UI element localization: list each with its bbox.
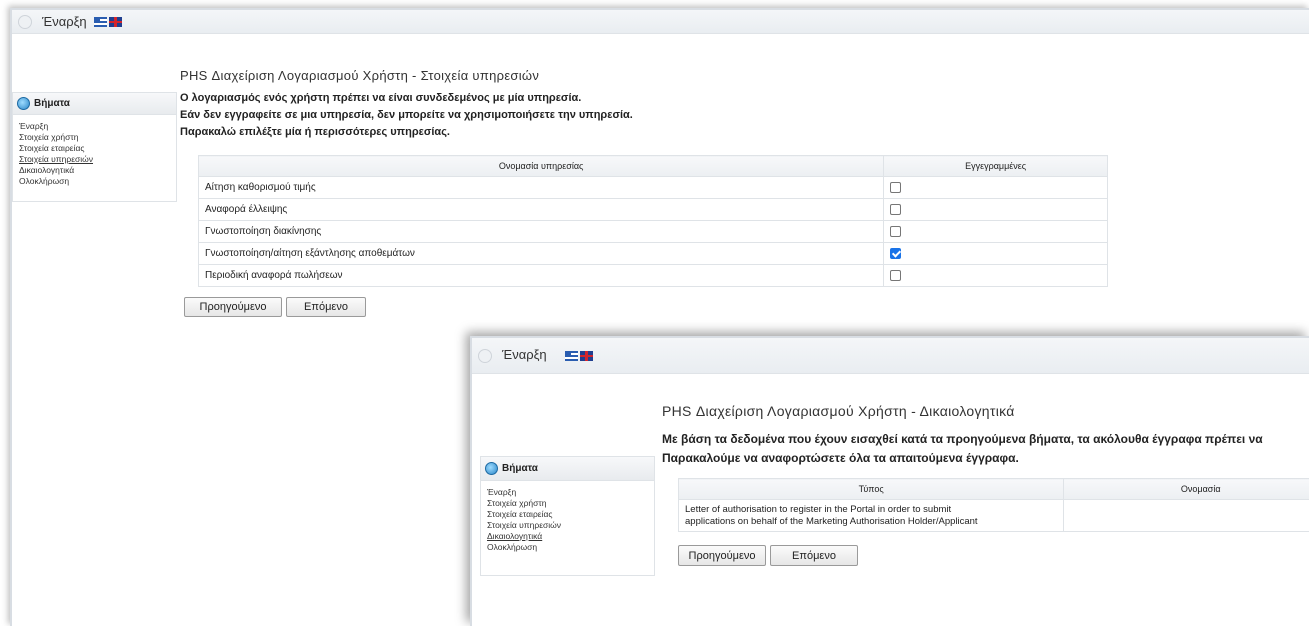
intro-text: Με βάση τα δεδομένα που έχουν εισαχθεί κ… (662, 430, 1263, 468)
table-row: Γνωστοποίηση διακίνησης (197, 220, 1108, 243)
table-header-row: Τύπος Ονομασία (677, 478, 1309, 500)
start-link[interactable]: Έναρξη (502, 347, 547, 362)
service-name: Γνωστοποίηση/αίτηση εξάντλησης αποθεμάτω… (197, 242, 885, 265)
column-header-type: Τύπος (677, 478, 1065, 500)
registered-checkbox[interactable] (890, 203, 902, 215)
document-type-line-1: Letter of authorisation to register in t… (685, 503, 952, 515)
step-documents: Δικαιολογητικά (487, 531, 543, 541)
registered-cell (883, 220, 1108, 243)
greek-flag-icon[interactable] (94, 17, 107, 27)
table-header-row: Ονομασία υπηρεσίας Εγγεγραμμένες (197, 155, 1108, 177)
registered-cell (883, 176, 1108, 199)
registered-checkbox[interactable] (890, 181, 902, 193)
intro-line-2: Εάν δεν εγγραφείτε σε μια υπηρεσία, δεν … (180, 109, 633, 121)
table-row: Αίτηση καθορισμού τιμής (197, 176, 1108, 199)
intro-line-3: Παρακαλώ επιλέξτε μία ή περισσότερες υπη… (180, 126, 450, 138)
intro-text: Ο λογαριασμός ενός χρήστη πρέπει να είνα… (180, 90, 633, 141)
steps-icon (485, 462, 498, 475)
step-user-details: Στοιχεία χρήστη (19, 132, 79, 142)
step-start: Έναρξη (19, 121, 49, 131)
table-row: Περιοδική αναφορά πωλήσεων (197, 264, 1108, 287)
greek-flag-icon[interactable] (565, 351, 578, 361)
column-header-registered: Εγγεγραμμένες (883, 155, 1108, 177)
steps-heading-label: Βήματα (34, 98, 70, 109)
services-table: Ονομασία υπηρεσίας Εγγεγραμμένες Αίτηση … (197, 155, 1108, 287)
steps-heading: Βήματα (481, 457, 654, 481)
page-title: PHS Διαχείριση Λογαριασμού Χρήστη - Στοι… (180, 68, 540, 83)
step-company-details: Στοιχεία εταιρείας (19, 143, 85, 153)
document-type-line-2: applications on behalf of the Marketing … (685, 515, 978, 527)
intro-line-1: Ο λογαριασμός ενός χρήστη πρέπει να είνα… (180, 92, 582, 104)
documents-table: Τύπος Ονομασία Letter of authorisation t… (677, 478, 1309, 532)
intro-line-2: Παρακαλούμε να αναφορτώσετε όλα τα απαιτ… (662, 451, 1019, 465)
document-type-cell: Letter of authorisation to register in t… (677, 499, 1065, 532)
step-user-details: Στοιχεία χρήστη (487, 498, 547, 508)
steps-heading: Βήματα (13, 93, 176, 115)
registered-cell (883, 264, 1108, 287)
step-completion: Ολοκλήρωση (19, 176, 70, 186)
column-header-service-name: Ονομασία υπηρεσίας (197, 155, 885, 177)
column-header-name: Ονομασία (1063, 478, 1309, 500)
top-bar: Έναρξη (12, 10, 1309, 34)
steps-icon (17, 97, 30, 110)
top-bar: Έναρξη (472, 338, 1309, 374)
steps-heading-label: Βήματα (502, 463, 538, 474)
table-row: Γνωστοποίηση/αίτηση εξάντλησης αποθεμάτω… (197, 242, 1108, 265)
table-row: Αναφορά έλλειψης (197, 198, 1108, 221)
service-name: Αίτηση καθορισμού τιμής (197, 176, 885, 199)
registered-cell (883, 198, 1108, 221)
service-name: Αναφορά έλλειψης (197, 198, 885, 221)
registered-checkbox[interactable] (890, 269, 902, 281)
intro-line-1: Με βάση τα δεδομένα που έχουν εισαχθεί κ… (662, 432, 1263, 446)
uk-flag-icon[interactable] (580, 351, 593, 361)
steps-sidebar: Βήματα Έναρξη Στοιχεία χρήστη Στοιχεία ε… (12, 92, 177, 202)
step-documents: Δικαιολογητικά (19, 165, 75, 175)
home-circle-icon[interactable] (18, 15, 32, 29)
step-start: Έναρξη (487, 487, 517, 497)
previous-button[interactable]: Προηγούμενο (184, 297, 282, 317)
home-circle-icon[interactable] (478, 349, 492, 363)
table-row: Letter of authorisation to register in t… (677, 499, 1309, 532)
uk-flag-icon[interactable] (109, 17, 122, 27)
service-name: Περιοδική αναφορά πωλήσεων (197, 264, 885, 287)
next-button[interactable]: Επόμενο (286, 297, 366, 317)
registered-checkbox[interactable] (890, 225, 902, 237)
registered-checkbox-checked[interactable] (890, 247, 902, 259)
registered-cell (883, 242, 1108, 265)
start-link[interactable]: Έναρξη (42, 14, 87, 29)
previous-button[interactable]: Προηγούμενο (678, 545, 766, 566)
step-services-details: Στοιχεία υπηρεσιών (19, 154, 94, 164)
step-company-details: Στοιχεία εταιρείας (487, 509, 553, 519)
next-button[interactable]: Επόμενο (770, 545, 858, 566)
page-title: PHS Διαχείριση Λογαριασμού Χρήστη - Δικα… (662, 403, 1015, 419)
service-name: Γνωστοποίηση διακίνησης (197, 220, 885, 243)
document-name-cell (1063, 499, 1309, 532)
step-completion: Ολοκλήρωση (487, 542, 538, 552)
documents-window: Έναρξη Βήματα Έναρξη Στοιχεία χρήστη Στο… (470, 336, 1309, 626)
step-services-details: Στοιχεία υπηρεσιών (487, 520, 562, 530)
steps-sidebar: Βήματα Έναρξη Στοιχεία χρήστη Στοιχεία ε… (480, 456, 655, 576)
